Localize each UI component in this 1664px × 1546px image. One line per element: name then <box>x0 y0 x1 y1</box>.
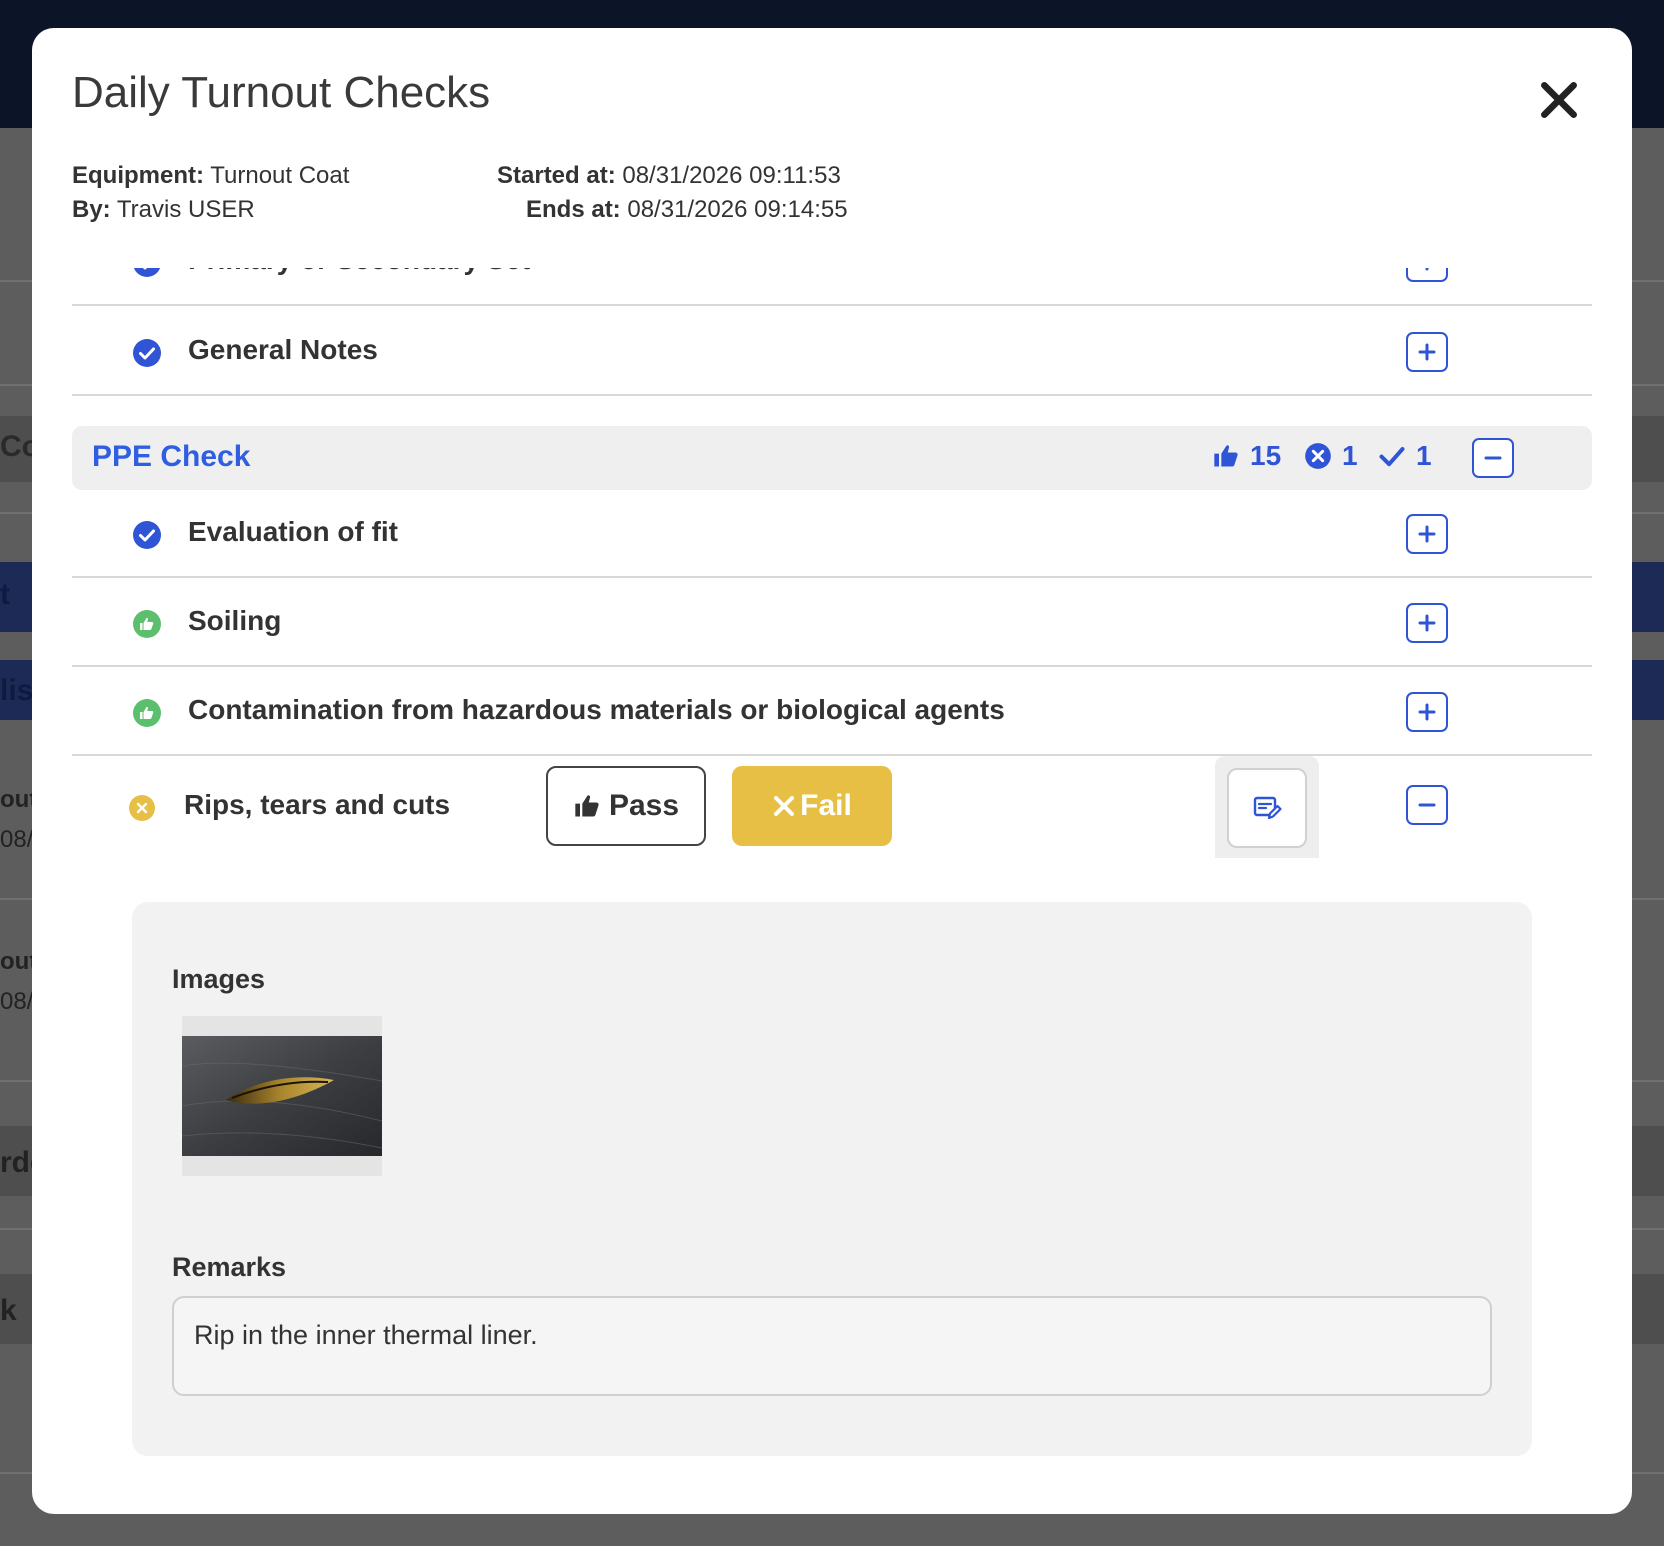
thumbs-up-icon <box>575 795 599 817</box>
ends-label: Ends at: <box>526 196 621 223</box>
check-circle-icon <box>133 339 161 367</box>
by-value: Travis USER <box>116 196 255 223</box>
by-info: By: Travis USER <box>72 196 255 224</box>
rip-photo-image <box>182 1036 382 1156</box>
checklist-item[interactable]: Contamination from hazardous materials o… <box>72 668 1592 756</box>
check-count: 1 <box>1416 440 1432 471</box>
close-icon <box>1541 82 1577 118</box>
modal-title: Daily Turnout Checks <box>72 68 491 117</box>
started-label: Started at: <box>497 162 616 189</box>
notes-tab <box>1215 756 1319 858</box>
plus-icon <box>1418 703 1436 721</box>
checklist-item-label: Contamination from hazardous materials o… <box>188 694 1005 725</box>
remarks-heading: Remarks <box>172 1252 287 1282</box>
x-circle-icon <box>1305 443 1331 469</box>
fail-count-stat: 1 <box>1304 436 1358 476</box>
bg-fragment: k <box>0 1294 17 1327</box>
equipment-value: Turnout Coat <box>210 162 350 189</box>
checklist-item-label: Soiling <box>188 605 282 636</box>
check-count-stat: 1 <box>1378 436 1432 476</box>
plus-icon <box>1425 268 1429 271</box>
daily-checks-modal: Daily Turnout Checks Equipment: Turnout … <box>32 28 1632 1514</box>
close-button[interactable] <box>1537 78 1581 122</box>
edit-note-icon <box>1253 796 1282 820</box>
notes-button[interactable] <box>1227 768 1307 848</box>
checklist-item-label: Primary or Secondary Set <box>188 268 530 276</box>
fail-button-label: Fail <box>800 789 852 822</box>
thumbs-up-circle-icon <box>133 610 161 638</box>
checklist-item[interactable]: General Notes <box>72 308 1592 396</box>
plus-icon <box>1418 614 1436 632</box>
pass-count: 15 <box>1250 440 1282 471</box>
image-thumbnail[interactable] <box>182 1016 382 1176</box>
x-circle-icon <box>129 795 155 821</box>
remarks-input[interactable]: Rip in the inner thermal liner. <box>172 1296 1492 1396</box>
thumbs-up-circle-icon <box>133 699 161 727</box>
checklist-item-label: Evaluation of fit <box>188 516 398 547</box>
bg-fragment: t <box>0 578 10 611</box>
expand-button[interactable] <box>1406 332 1448 372</box>
minus-icon <box>1484 456 1502 460</box>
expand-button[interactable] <box>1406 603 1448 643</box>
images-heading: Images <box>172 964 266 994</box>
section-header-ppe-check[interactable]: PPE Check 15 1 1 <box>72 426 1592 490</box>
check-circle-icon <box>133 268 161 277</box>
fail-count: 1 <box>1342 440 1358 471</box>
thumbs-up-icon <box>1214 445 1238 467</box>
expand-button[interactable] <box>1406 692 1448 732</box>
checklist-item[interactable]: Evaluation of fit <box>72 490 1592 578</box>
checklist-scroll-area[interactable]: Primary or Secondary Set General Notes P… <box>32 268 1632 1514</box>
item-detail-panel: Images Remarks Rip in the inner thermal … <box>132 902 1532 1456</box>
ends-value: 08/31/2026 09:14:55 <box>627 196 848 223</box>
ends-info: Ends at: 08/31/2026 09:14:55 <box>526 196 848 224</box>
pass-button-label: Pass <box>608 789 680 822</box>
equipment-info: Equipment: Turnout Coat <box>72 162 349 190</box>
checklist-item-label: Rips, tears and cuts <box>184 789 451 820</box>
by-label: By: <box>72 196 111 223</box>
checklist-item[interactable]: Primary or Secondary Set <box>72 268 1592 306</box>
section-title: PPE Check <box>92 440 251 473</box>
equipment-label: Equipment: <box>72 162 204 189</box>
expand-button[interactable] <box>1406 268 1448 282</box>
plus-icon <box>1418 525 1436 543</box>
x-icon <box>774 796 795 816</box>
bg-fragment: 08/ <box>0 988 34 1015</box>
collapse-section-button[interactable] <box>1472 438 1514 478</box>
fail-button[interactable]: Fail <box>732 766 892 846</box>
bg-fragment: 08/ <box>0 826 34 853</box>
started-value: 08/31/2026 09:11:53 <box>622 162 841 189</box>
check-circle-icon <box>133 521 161 549</box>
checklist-item-label: General Notes <box>188 334 378 365</box>
checklist-item[interactable]: Soiling <box>72 579 1592 667</box>
started-info: Started at: 08/31/2026 09:11:53 <box>497 162 841 190</box>
minus-icon <box>1418 803 1436 807</box>
collapse-button[interactable] <box>1406 785 1448 825</box>
checklist-item-expanded[interactable]: Rips, tears and cuts Pass Fail <box>72 756 1592 866</box>
pass-count-stat: 15 <box>1212 436 1281 476</box>
expand-button[interactable] <box>1406 514 1448 554</box>
check-icon <box>1379 447 1405 467</box>
plus-icon <box>1418 343 1436 361</box>
bg-fragment: lis <box>0 674 34 707</box>
pass-button[interactable]: Pass <box>546 766 706 846</box>
